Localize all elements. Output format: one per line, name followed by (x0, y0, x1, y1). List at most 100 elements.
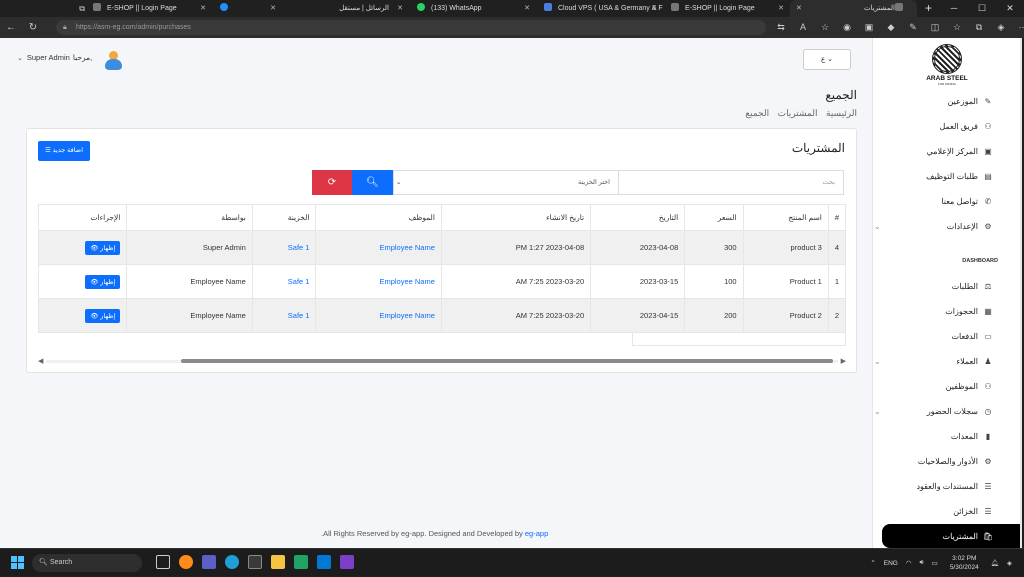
tab-close-icon[interactable]: ✕ (651, 0, 657, 17)
breadcrumb-home[interactable]: الرئيسية (826, 108, 857, 118)
sidebar-item-settings[interactable]: ⚙ الإعدادات ⌄ (874, 218, 994, 234)
cell-safe-link[interactable]: Safe 1 (251, 298, 317, 333)
read-aloud-icon[interactable]: A (792, 20, 814, 35)
wifi-icon[interactable]: ◠ (906, 559, 912, 567)
edge-icon[interactable] (225, 555, 239, 569)
extension-icon[interactable]: ◆ (880, 20, 902, 35)
sidebar-item-bookings[interactable]: ▦ الحجوزات (884, 303, 994, 319)
sidebar-item-equipment[interactable]: ▮ المعدات (884, 428, 994, 444)
favorite-icon[interactable]: ☆ (814, 20, 836, 35)
tab-close-icon[interactable]: ✕ (270, 0, 276, 17)
copilot-icon[interactable]: ◈ (990, 20, 1012, 35)
reload-icon[interactable]: ↻ (22, 22, 44, 33)
tab-purchases[interactable]: المشتريات ✕ (789, 0, 917, 17)
tab-close-icon[interactable]: ✕ (524, 0, 530, 17)
new-tab-button[interactable]: + (917, 0, 940, 17)
tab-eshop-login[interactable]: E-SHOP || Login Page ✕ (85, 0, 212, 17)
maximize-icon[interactable]: ☐ (968, 0, 996, 17)
tab-mostaql[interactable]: الرسائل | مستقل ✕ (282, 0, 409, 17)
file-explorer-icon[interactable] (271, 555, 285, 569)
sidebar-item-media[interactable]: ▣ المركز الإعلامي (884, 143, 994, 159)
sidebar-item-team[interactable]: ⚇ فريق العمل (884, 118, 994, 134)
store-icon[interactable] (248, 555, 262, 569)
extension-icon[interactable]: ▣ (858, 20, 880, 35)
sidebar-item-jobs[interactable]: ▤ طلبات التوظيف (884, 168, 994, 184)
sidebar-item-purchases[interactable]: 🛍︎ المشتريات (882, 524, 1022, 548)
language-select[interactable]: ع ⌄ (803, 49, 851, 70)
extension-icon[interactable]: ✎ (902, 20, 924, 35)
task-view-icon[interactable] (156, 555, 170, 569)
tab-unnamed[interactable]: ✕ (212, 0, 282, 17)
tab-cloud-vps[interactable]: Cloud VPS ( USA & Germany & F ✕ (536, 0, 663, 17)
cell-employee-link[interactable]: Employee Name (315, 230, 442, 265)
search-button[interactable]: 🔍︎ (352, 170, 393, 195)
collections-icon[interactable]: ⧉ (968, 20, 990, 35)
translate-icon[interactable]: ⇆ (770, 20, 792, 35)
cell-safe-link[interactable]: Safe 1 (251, 230, 317, 265)
scroll-right-icon[interactable]: ▶ (841, 357, 846, 365)
vertical-scrollbar[interactable] (1020, 38, 1022, 548)
url-field[interactable]: 🔒︎ https://asm-eg.com/admin/purchases (56, 20, 766, 35)
horizontal-scrollbar[interactable]: ◀ ▶ (38, 357, 846, 365)
column-header[interactable]: السعر (684, 204, 744, 231)
column-header[interactable]: التاريخ (590, 204, 686, 231)
sidebar-item-clients[interactable]: ♟ العملاء ⌄ (874, 353, 994, 369)
sidebar-item-attendance[interactable]: ◷ سجلات الحضور ⌄ (874, 403, 994, 419)
notification-bell-icon[interactable]: 🔔︎ (991, 559, 999, 567)
taskbar-search[interactable]: 🔍︎ Search (32, 554, 142, 572)
teams-icon[interactable] (202, 555, 216, 569)
column-header[interactable]: تاريخ الانشاء (440, 204, 592, 231)
show-button[interactable]: إظهار 👁︎ (85, 240, 121, 255)
breadcrumb-purchases[interactable]: المشتريات (778, 108, 818, 118)
tab-close-icon[interactable]: ✕ (200, 0, 206, 17)
sidebar-item-safes[interactable]: ☰ الخزائن (884, 503, 994, 519)
visual-studio-icon[interactable] (340, 555, 354, 569)
volume-icon[interactable]: 🔊︎ (920, 559, 924, 567)
sidebar-item-payments[interactable]: ▭ الدفعات (884, 328, 994, 344)
sidebar-item-roles[interactable]: ⚙ الأدوار والصلاحيات (884, 453, 994, 469)
sidebar-item-orders[interactable]: ⚖ الطلبات (884, 278, 994, 294)
widgets-icon[interactable] (179, 555, 193, 569)
excel-icon[interactable] (294, 555, 308, 569)
column-header[interactable]: اسم المنتج (742, 204, 829, 231)
tab-close-icon[interactable]: ✕ (796, 0, 802, 17)
menu-icon[interactable]: ⋯ (1012, 20, 1024, 35)
copilot-icon[interactable]: ◈ (1007, 559, 1012, 567)
safe-select[interactable]: ⌄ اختر الخزينة (393, 170, 619, 195)
cell-employee-link[interactable]: Employee Name (315, 264, 442, 299)
column-header[interactable]: بواسطة (126, 204, 253, 231)
scroll-left-icon[interactable]: ◀ (38, 357, 43, 365)
add-new-button[interactable]: ☰ اضافة جديد (38, 141, 90, 161)
search-input[interactable]: بحث (618, 170, 844, 195)
battery-icon[interactable]: ▭ (932, 559, 938, 567)
tab-whatsapp[interactable]: (133) WhatsApp ✕ (409, 0, 536, 17)
start-button[interactable] (11, 556, 24, 569)
refresh-button[interactable]: ⟳ (312, 170, 352, 195)
column-header[interactable]: الموظف (315, 204, 442, 231)
footer-link[interactable]: eg-app (525, 529, 548, 538)
cell-safe-link[interactable]: Safe 1 (251, 264, 317, 299)
show-button[interactable]: إظهار 👁︎ (85, 308, 121, 323)
column-header[interactable]: الخزينة (251, 204, 317, 231)
back-icon[interactable]: ← (0, 22, 22, 33)
extension-icon[interactable]: ◉ (836, 20, 858, 35)
chevron-up-icon[interactable]: ⌃ (870, 559, 875, 567)
split-screen-icon[interactable]: ◫ (924, 20, 946, 35)
column-header[interactable]: # (827, 204, 847, 231)
sidebar-item-employees[interactable]: ⚇ الموظفين (884, 378, 994, 394)
close-icon[interactable]: ✕ (996, 0, 1024, 17)
scroll-thumb[interactable] (181, 359, 833, 363)
user-menu[interactable]: ⌄ Super Admin مرحبا, (17, 53, 92, 62)
tab-list-icon[interactable]: ⧉ (71, 4, 85, 13)
tab-close-icon[interactable]: ✕ (397, 0, 403, 17)
favorites-icon[interactable]: ☆ (946, 20, 968, 35)
cell-employee-link[interactable]: Employee Name (315, 298, 442, 333)
vscode-icon[interactable] (317, 555, 331, 569)
column-header[interactable]: الإجراءات (37, 204, 128, 231)
clock[interactable]: 3:02 PM 5/30/2024 (950, 554, 979, 572)
sidebar-item-contact[interactable]: ✆ تواصل معنا (884, 193, 994, 209)
tab-close-icon[interactable]: ✕ (778, 0, 784, 17)
sidebar-item-documents[interactable]: ☰ المستندات والعقود (884, 478, 994, 494)
sidebar-item-distributors[interactable]: ✎ الموزعين (884, 93, 994, 109)
avatar[interactable] (104, 51, 122, 71)
